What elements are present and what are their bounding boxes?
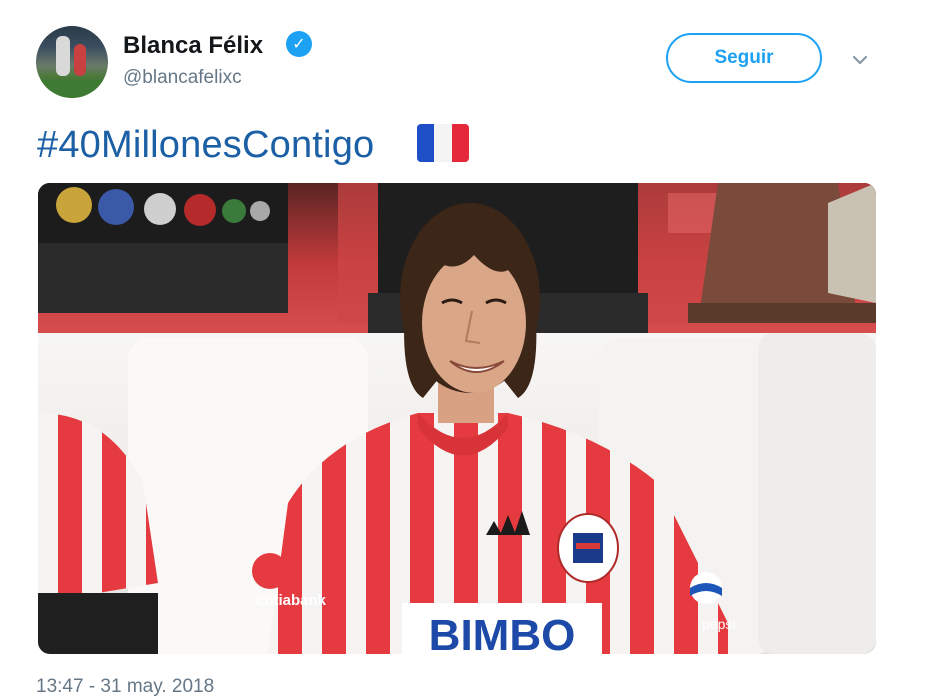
hashtag-link[interactable]: #40MillonesContigo <box>37 124 374 167</box>
france-flag-emoji <box>417 124 469 162</box>
tweet-media-image[interactable]: BIMBO cotiabank pepsi <box>38 183 876 654</box>
chevron-down-icon[interactable] <box>846 46 874 74</box>
avatar-figure <box>56 36 70 76</box>
display-name[interactable]: Blanca Félix <box>123 32 263 60</box>
jersey-sponsor-text: BIMBO <box>429 611 576 654</box>
right-sponsor-text: pepsi <box>702 616 735 632</box>
avatar[interactable] <box>36 26 108 98</box>
media-photo-illustration: BIMBO cotiabank pepsi <box>38 183 876 654</box>
username[interactable]: @blancafelixc <box>123 67 242 89</box>
avatar-ground <box>36 80 108 98</box>
avatar-figure <box>74 44 86 76</box>
sleeve-sponsor-text: cotiabank <box>256 592 327 609</box>
tweet-timestamp[interactable]: 13:47 - 31 may. 2018 <box>36 676 214 698</box>
follow-button[interactable]: Seguir <box>666 33 822 83</box>
verified-badge-icon: ✓ <box>286 31 312 57</box>
